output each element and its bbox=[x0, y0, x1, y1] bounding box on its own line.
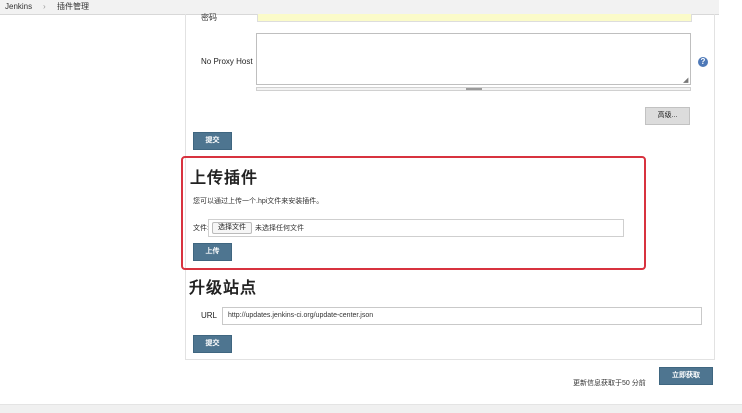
update-site-submit-button[interactable]: 提交 bbox=[193, 335, 232, 353]
breadcrumb: Jenkins › 插件管理 bbox=[0, 0, 719, 15]
check-now-button[interactable]: 立即获取 bbox=[659, 367, 713, 385]
breadcrumb-plugin-manager[interactable]: 插件管理 bbox=[57, 0, 89, 14]
grip-icon bbox=[466, 88, 482, 90]
update-site-url-input[interactable]: http://updates.jenkins-ci.org/update-cen… bbox=[222, 307, 702, 325]
breadcrumb-separator-icon: › bbox=[43, 2, 46, 11]
resize-handle-icon[interactable]: ◢ bbox=[683, 77, 688, 84]
textarea-resize-bar[interactable] bbox=[256, 87, 691, 91]
breadcrumb-jenkins[interactable]: Jenkins bbox=[5, 0, 32, 14]
file-status: 未选择任何文件 bbox=[255, 225, 304, 232]
no-proxy-host-textarea[interactable] bbox=[256, 33, 691, 85]
upload-plugin-title: 上传插件 bbox=[190, 170, 259, 187]
choose-file-button[interactable]: 选择文件 bbox=[212, 222, 252, 234]
advanced-button[interactable]: 高级... bbox=[645, 107, 690, 125]
file-input[interactable]: 选择文件 未选择任何文件 bbox=[208, 219, 624, 237]
help-icon[interactable]: ? bbox=[698, 57, 708, 67]
update-site-title: 升级站点 bbox=[189, 280, 258, 297]
proxy-password-field[interactable] bbox=[257, 14, 692, 22]
update-info-status: 更新信息获取于50 分前 bbox=[573, 380, 646, 387]
upload-button[interactable]: 上传 bbox=[193, 243, 232, 261]
proxy-password-label: 密码 bbox=[201, 13, 217, 22]
upload-description: 您可以通过上传一个.hpi文件来安装插件。 bbox=[193, 198, 324, 205]
no-proxy-host-label: No Proxy Host bbox=[201, 57, 253, 66]
proxy-submit-button[interactable]: 提交 bbox=[193, 132, 232, 150]
file-label: 文件: bbox=[193, 225, 209, 232]
url-label: URL bbox=[201, 311, 218, 320]
